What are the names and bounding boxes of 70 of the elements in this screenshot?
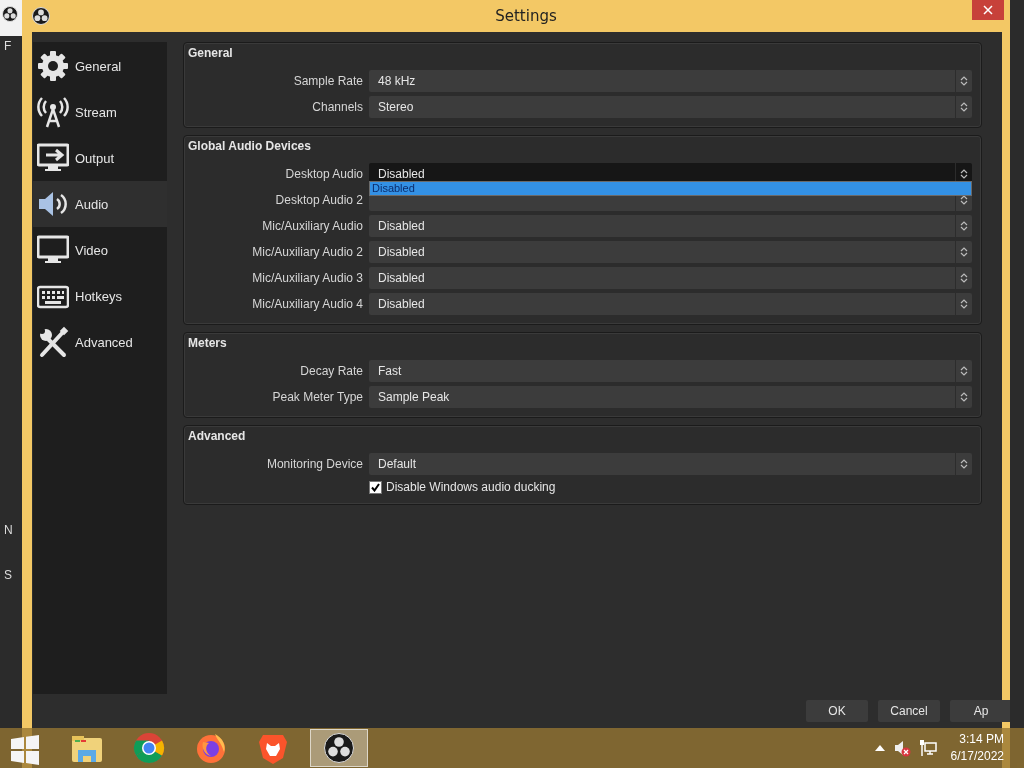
gear-icon — [37, 50, 69, 82]
field-label: Sample Rate — [292, 74, 363, 88]
checkbox-label: Disable Windows audio ducking — [386, 480, 556, 494]
up-down-arrow-icon — [960, 458, 968, 470]
up-down-arrow-icon — [960, 220, 968, 232]
group-title: Advanced — [188, 429, 246, 443]
dropdown[interactable]: Disabled — [369, 215, 972, 237]
dropdown[interactable]: Disabled — [369, 293, 972, 315]
sidebar-item[interactable]: Audio — [33, 181, 167, 227]
field-label: Peak Meter Type — [271, 390, 363, 404]
taskbar-button[interactable] — [310, 729, 368, 767]
field-label: Mic/Auxiliary Audio — [261, 219, 363, 233]
field-label: Channels — [311, 100, 363, 114]
monitor-icon — [37, 234, 69, 266]
obs-logo-icon — [324, 733, 354, 763]
up-down-arrow-icon — [960, 75, 968, 87]
dropdown[interactable]: Default — [369, 453, 972, 475]
up-down-arrow-icon — [960, 194, 968, 206]
up-down-arrow-icon — [960, 272, 968, 284]
field-label: Mic/Auxiliary Audio 2 — [251, 245, 363, 259]
group-title: Global Audio Devices — [188, 139, 311, 153]
chrome-logo-icon — [131, 730, 167, 766]
up-down-arrow-icon — [960, 391, 968, 403]
up-arrow-icon[interactable] — [874, 745, 885, 751]
up-down-arrow-icon — [960, 246, 968, 258]
dropdown-option[interactable]: Disabled — [370, 182, 971, 195]
group-title: General — [188, 46, 233, 60]
dropdown[interactable]: 48 kHz — [369, 70, 972, 92]
check-icon — [371, 482, 380, 492]
dialog-button[interactable]: Ap — [950, 700, 1012, 722]
tools-icon — [37, 326, 69, 358]
dialog-button[interactable]: OK — [806, 700, 868, 722]
field-label: Mic/Auxiliary Audio 3 — [251, 271, 363, 285]
dialog-button[interactable]: Cancel — [878, 700, 940, 722]
field-label: Monitoring Device — [265, 457, 363, 471]
obs-logo-icon — [32, 7, 50, 25]
sidebar-item[interactable]: Video — [33, 227, 167, 273]
sidebar-item[interactable]: Output — [33, 135, 167, 181]
menu-text: S — [3, 568, 13, 582]
window-title: Settings — [495, 7, 557, 25]
sidebar-item[interactable]: General — [33, 43, 167, 89]
close-icon — [983, 5, 993, 15]
dropdown[interactable]: Disabled — [369, 267, 972, 289]
field-label: Desktop Audio — [284, 167, 363, 181]
dropdown[interactable]: Sample Peak — [369, 386, 972, 408]
muted-speaker-icon[interactable] — [892, 739, 911, 757]
group-title: Meters — [188, 336, 227, 350]
sidebar-item[interactable]: Advanced — [33, 319, 167, 365]
up-down-arrow-icon — [960, 101, 968, 113]
sidebar-item[interactable]: Hotkeys — [33, 273, 167, 319]
menu-text: F — [3, 39, 13, 53]
sidebar-item[interactable]: Stream — [33, 89, 167, 135]
monitor-arrow-icon — [37, 142, 69, 174]
dropdown[interactable]: Disabled — [369, 241, 972, 263]
field-label: Mic/Auxiliary Audio 4 — [251, 297, 363, 311]
dropdown[interactable]: Stereo — [369, 96, 972, 118]
up-down-arrow-icon — [960, 298, 968, 310]
checkbox[interactable] — [369, 480, 382, 494]
antenna-icon — [37, 96, 69, 128]
field-label: Decay Rate — [299, 364, 363, 378]
obs-logo-icon — [2, 6, 18, 22]
clock-date[interactable]: 6/17/2022 — [950, 748, 1004, 765]
field-label: Desktop Audio 2 — [274, 193, 363, 207]
menu-text: N — [3, 523, 14, 537]
dropdown[interactable]: Fast — [369, 360, 972, 382]
up-down-arrow-icon — [960, 365, 968, 377]
up-down-arrow-icon — [960, 168, 968, 180]
clock-time[interactable]: 3:14 PM — [959, 731, 1004, 748]
network-icon[interactable] — [918, 739, 937, 757]
close-button[interactable] — [972, 0, 1004, 20]
